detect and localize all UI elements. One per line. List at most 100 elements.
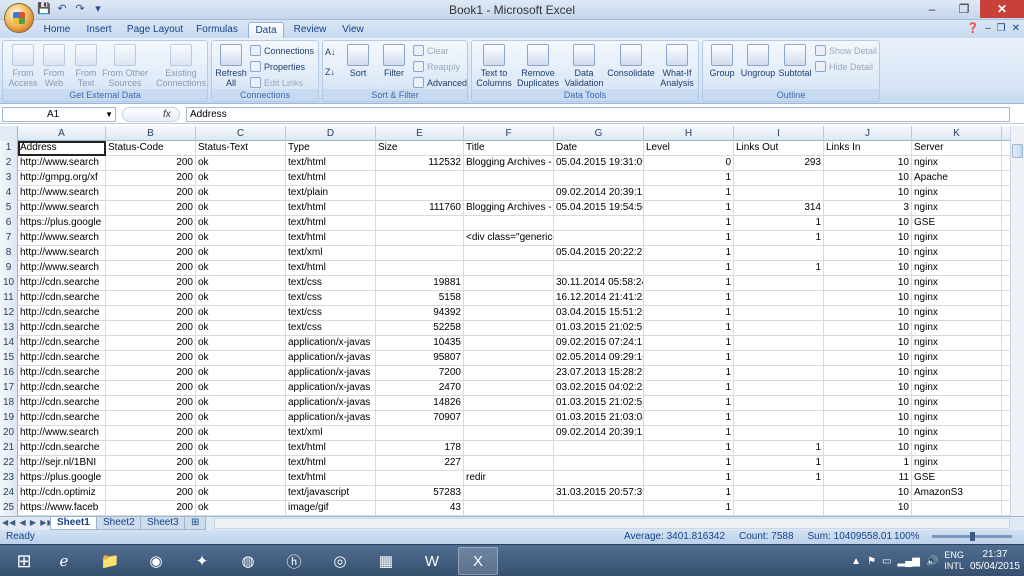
cell[interactable]: 1 bbox=[824, 456, 912, 471]
cell[interactable] bbox=[554, 441, 644, 456]
row-header[interactable]: 12 bbox=[0, 306, 18, 321]
ribbon-minimize-icon[interactable]: – bbox=[985, 23, 991, 34]
cell[interactable] bbox=[734, 171, 824, 186]
cell[interactable]: ok bbox=[196, 186, 286, 201]
cell[interactable]: ok bbox=[196, 246, 286, 261]
language-indicator[interactable]: ENG INTL bbox=[944, 550, 964, 572]
cell[interactable]: 200 bbox=[106, 381, 196, 396]
cell[interactable]: 200 bbox=[106, 201, 196, 216]
cell[interactable]: redir bbox=[464, 471, 554, 486]
column-header-j[interactable]: J bbox=[824, 126, 912, 141]
cell[interactable]: 200 bbox=[106, 396, 196, 411]
cell[interactable]: 10 bbox=[824, 351, 912, 366]
cell[interactable]: http://cdn.searche bbox=[18, 276, 106, 291]
cell[interactable]: 05.04.2015 19:31:09 bbox=[554, 156, 644, 171]
cell[interactable]: 10 bbox=[824, 426, 912, 441]
cell[interactable]: 1 bbox=[644, 366, 734, 381]
cell[interactable]: http://cdn.searche bbox=[18, 396, 106, 411]
cell[interactable]: 200 bbox=[106, 216, 196, 231]
cell[interactable]: 94392 bbox=[376, 306, 464, 321]
cell[interactable]: Address bbox=[18, 141, 106, 156]
cell[interactable]: ok bbox=[196, 351, 286, 366]
cell[interactable]: 293 bbox=[734, 156, 824, 171]
cell[interactable]: 10 bbox=[824, 231, 912, 246]
column-header-a[interactable]: A bbox=[18, 126, 106, 141]
cell[interactable]: 09.02.2015 07:24:17 bbox=[554, 336, 644, 351]
cell[interactable] bbox=[464, 426, 554, 441]
cell[interactable]: 111760 bbox=[376, 201, 464, 216]
games-app-icon[interactable]: ✦ bbox=[182, 547, 222, 575]
cell[interactable]: 200 bbox=[106, 366, 196, 381]
cell[interactable]: 1 bbox=[644, 486, 734, 501]
cell[interactable]: text/html bbox=[286, 156, 376, 171]
cell[interactable]: http://cdn.searche bbox=[18, 366, 106, 381]
cell[interactable]: nginx bbox=[912, 426, 1002, 441]
cell[interactable]: 43 bbox=[376, 501, 464, 516]
scrollbar-thumb[interactable] bbox=[1012, 144, 1023, 158]
cell[interactable] bbox=[734, 246, 824, 261]
cell[interactable]: nginx bbox=[912, 246, 1002, 261]
cell[interactable]: 200 bbox=[106, 246, 196, 261]
cell[interactable]: text/html bbox=[286, 171, 376, 186]
cell[interactable]: 178 bbox=[376, 441, 464, 456]
cell[interactable]: 10 bbox=[824, 216, 912, 231]
cell[interactable]: ok bbox=[196, 261, 286, 276]
cell[interactable]: https://www.faceb bbox=[18, 501, 106, 516]
cell[interactable]: Server bbox=[912, 141, 1002, 156]
cell[interactable]: nginx bbox=[912, 276, 1002, 291]
show-detail-button[interactable]: Show Detail bbox=[815, 44, 877, 57]
cell[interactable]: text/html bbox=[286, 471, 376, 486]
tray-expand-icon[interactable]: ▲ bbox=[851, 556, 861, 567]
cell[interactable] bbox=[376, 261, 464, 276]
cell[interactable]: 1 bbox=[644, 216, 734, 231]
cell[interactable]: 200 bbox=[106, 441, 196, 456]
cell[interactable]: 200 bbox=[106, 471, 196, 486]
cell[interactable] bbox=[376, 231, 464, 246]
cell[interactable]: 1 bbox=[644, 456, 734, 471]
from-web-button[interactable]: From Web bbox=[39, 44, 69, 88]
cell[interactable]: ok bbox=[196, 381, 286, 396]
cell[interactable]: 200 bbox=[106, 186, 196, 201]
cell[interactable] bbox=[734, 426, 824, 441]
cell[interactable] bbox=[554, 501, 644, 516]
cell[interactable]: 7200 bbox=[376, 366, 464, 381]
cell[interactable]: ok bbox=[196, 366, 286, 381]
cell[interactable] bbox=[554, 456, 644, 471]
cell[interactable]: http://cdn.optimiz bbox=[18, 486, 106, 501]
vertical-scrollbar[interactable] bbox=[1010, 126, 1024, 516]
cell[interactable] bbox=[464, 381, 554, 396]
cell[interactable]: http://cdn.searche bbox=[18, 411, 106, 426]
cell[interactable] bbox=[464, 246, 554, 261]
cell[interactable]: 57283 bbox=[376, 486, 464, 501]
clear-button[interactable]: Clear bbox=[413, 44, 449, 57]
cell[interactable] bbox=[554, 216, 644, 231]
cell[interactable]: text/xml bbox=[286, 426, 376, 441]
cell[interactable]: http://cdn.searche bbox=[18, 321, 106, 336]
cell[interactable]: 227 bbox=[376, 456, 464, 471]
cell[interactable]: ok bbox=[196, 291, 286, 306]
cell[interactable] bbox=[464, 336, 554, 351]
cell[interactable]: text/css bbox=[286, 321, 376, 336]
cell[interactable] bbox=[376, 171, 464, 186]
cell[interactable] bbox=[734, 501, 824, 516]
column-header-g[interactable]: G bbox=[554, 126, 644, 141]
existing-connections-button[interactable]: Existing Connections bbox=[155, 44, 207, 88]
cell[interactable]: Title bbox=[464, 141, 554, 156]
cell[interactable]: ok bbox=[196, 396, 286, 411]
cell[interactable] bbox=[376, 216, 464, 231]
cell[interactable]: 52258 bbox=[376, 321, 464, 336]
column-header-c[interactable]: C bbox=[196, 126, 286, 141]
cell[interactable]: 1 bbox=[734, 261, 824, 276]
camera-app-icon[interactable]: ◉ bbox=[136, 547, 176, 575]
cell[interactable]: 200 bbox=[106, 351, 196, 366]
cell[interactable] bbox=[464, 291, 554, 306]
cell[interactable]: 1 bbox=[644, 426, 734, 441]
cell[interactable]: AmazonS3 bbox=[912, 486, 1002, 501]
cell[interactable]: GSE bbox=[912, 216, 1002, 231]
cell[interactable]: text/html bbox=[286, 201, 376, 216]
cell[interactable]: text/css bbox=[286, 306, 376, 321]
cell[interactable]: 1 bbox=[644, 396, 734, 411]
cell[interactable] bbox=[464, 186, 554, 201]
row-header[interactable]: 25 bbox=[0, 501, 18, 516]
cell[interactable]: 23.07.2013 15:28:25 bbox=[554, 366, 644, 381]
